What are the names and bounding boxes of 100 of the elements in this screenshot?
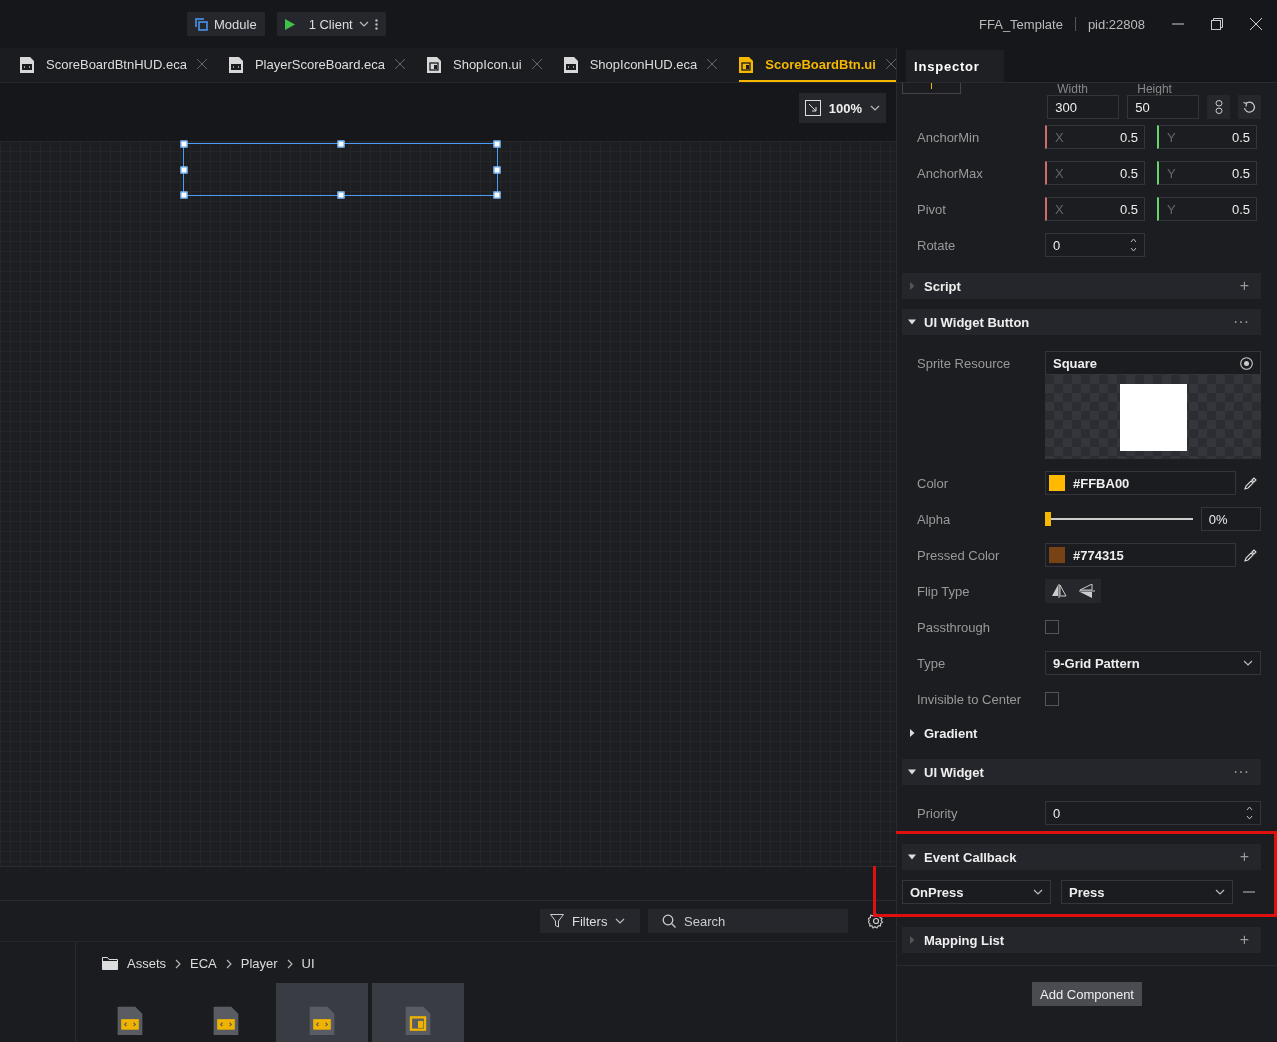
filters-button[interactable]: Filters [540, 909, 640, 933]
folder-icon [102, 957, 118, 970]
breadcrumb-link[interactable]: Player [240, 956, 278, 971]
play-icon [284, 18, 295, 30]
section-header[interactable]: Script + [902, 273, 1261, 299]
section-action-button[interactable]: + [1239, 849, 1249, 865]
x-field[interactable]: X 0.5 [1045, 125, 1145, 149]
code-file-icon [228, 55, 243, 73]
breadcrumb-link[interactable]: Assets [127, 956, 166, 971]
file-tab[interactable]: ScoreBoardBtnHUD.eca [20, 48, 207, 82]
chevron-down-icon [870, 105, 880, 111]
chevron-right-icon [175, 958, 181, 969]
code-file-icon [117, 1005, 143, 1035]
restore-icon[interactable] [1211, 18, 1223, 30]
rotate-field[interactable]: 0 [1045, 233, 1145, 257]
client-button[interactable]: 1 Client [276, 12, 386, 36]
section-action-button[interactable]: + [1239, 932, 1249, 948]
layout-file-icon [405, 1005, 431, 1035]
code-file-icon [213, 1005, 239, 1035]
breadcrumb-link[interactable]: UI [301, 956, 315, 971]
property-label: Pressed Color [917, 547, 1001, 563]
sprite-field[interactable]: Square [1045, 351, 1261, 375]
search-icon [662, 914, 676, 928]
section-action-button[interactable]: ··· [1233, 314, 1249, 330]
event-dropdown[interactable]: OnPress [902, 880, 1051, 904]
handler-dropdown[interactable]: Press [1061, 880, 1233, 904]
section-action-button[interactable]: + [1239, 278, 1249, 294]
eyedropper-icon[interactable] [1244, 476, 1257, 490]
height-field[interactable]: 50 [1127, 95, 1200, 119]
section-action-button[interactable]: ··· [1233, 764, 1249, 780]
asset-tile[interactable] [276, 983, 368, 1042]
section-header[interactable]: UI Widget ··· [902, 759, 1261, 785]
gradient-group-header[interactable]: Gradient [902, 717, 1261, 749]
code-file-icon [563, 55, 578, 73]
module-icon [195, 17, 208, 31]
checkbox[interactable] [1045, 620, 1059, 634]
property-label: Rotate [917, 237, 957, 253]
search-field[interactable]: Search [648, 909, 848, 933]
y-field[interactable]: Y 0.5 [1157, 161, 1257, 185]
color-field[interactable]: #774315 [1045, 543, 1236, 567]
property-label: Passthrough [917, 619, 991, 635]
chevron-down-icon [1243, 660, 1253, 666]
property-label: Sprite Resource [917, 355, 1012, 371]
property-label: Pivot [917, 201, 947, 217]
reset-button[interactable] [1238, 95, 1261, 119]
chevron-right-icon [225, 958, 232, 969]
link-icon [1214, 100, 1223, 114]
file-tab[interactable]: PlayerScoreBoard.eca [228, 48, 405, 82]
breadcrumb-link[interactable]: ECA [190, 956, 217, 971]
property-label: Invisible to Center [917, 691, 1023, 707]
link-button[interactable] [1207, 95, 1231, 119]
type-dropdown[interactable]: 9-Grid Pattern [1045, 651, 1261, 675]
section-header[interactable]: Event Callback + [902, 844, 1261, 870]
more-vertical-icon [374, 18, 378, 30]
inspector-tab[interactable]: Inspector [906, 50, 1004, 82]
asset-tile[interactable] [372, 983, 464, 1042]
x-field[interactable]: X 0.5 [1045, 161, 1145, 185]
chevron-right-icon [286, 958, 293, 969]
code-file-icon [309, 1005, 335, 1035]
y-field[interactable]: Y 0.5 [1157, 125, 1257, 149]
property-label: Type [917, 655, 947, 671]
priority-field[interactable]: 0 [1045, 801, 1261, 825]
alpha-slider[interactable] [1045, 512, 1193, 526]
layout-file-icon [739, 55, 754, 73]
reset-icon [1243, 100, 1257, 114]
slider-thumb[interactable] [1045, 512, 1051, 526]
chevron-down-icon [1033, 889, 1043, 895]
settings-icon[interactable] [868, 913, 884, 929]
flip-horizontal-icon [1051, 584, 1067, 598]
fit-screen-icon [804, 100, 821, 116]
checkbox[interactable] [1045, 692, 1059, 706]
target-icon[interactable] [1240, 356, 1253, 370]
eyedropper-icon[interactable] [1244, 548, 1257, 562]
process-id: pid:22808 [1087, 16, 1145, 32]
section-header[interactable]: UI Widget Button ··· [902, 309, 1261, 335]
file-tab[interactable]: ShopIcon.ui [427, 48, 542, 82]
color-field[interactable]: #FFBA00 [1045, 471, 1236, 495]
y-field[interactable]: Y 0.5 [1157, 197, 1257, 221]
property-label: Alpha [917, 511, 952, 527]
x-field[interactable]: X 0.5 [1045, 197, 1145, 221]
alpha-field[interactable]: 0% [1200, 507, 1261, 531]
property-label: AnchorMax [917, 165, 984, 181]
file-tab[interactable]: ShopIconHUD.eca [563, 48, 718, 82]
property-label: Color [917, 475, 950, 491]
property-label: Flip Type [917, 583, 971, 599]
module-button[interactable]: Module [187, 12, 265, 36]
flip-vertical-icon [1079, 584, 1095, 598]
selection-frame[interactable] [183, 143, 498, 196]
chevron-down-icon [358, 21, 369, 27]
section-header[interactable]: Mapping List + [902, 927, 1261, 953]
stepper-icon [1246, 805, 1253, 821]
zoom-button[interactable]: 100% [798, 93, 886, 123]
field-label: Height [1136, 83, 1173, 95]
chevron-down-icon [1215, 889, 1225, 895]
add-component-button[interactable]: Add Component [1032, 982, 1142, 1006]
stepper-icon [1130, 237, 1137, 253]
filter-icon [550, 914, 564, 928]
width-field[interactable]: 300 [1047, 95, 1120, 119]
field-label: Width [1056, 83, 1089, 95]
code-file-icon [20, 55, 34, 73]
